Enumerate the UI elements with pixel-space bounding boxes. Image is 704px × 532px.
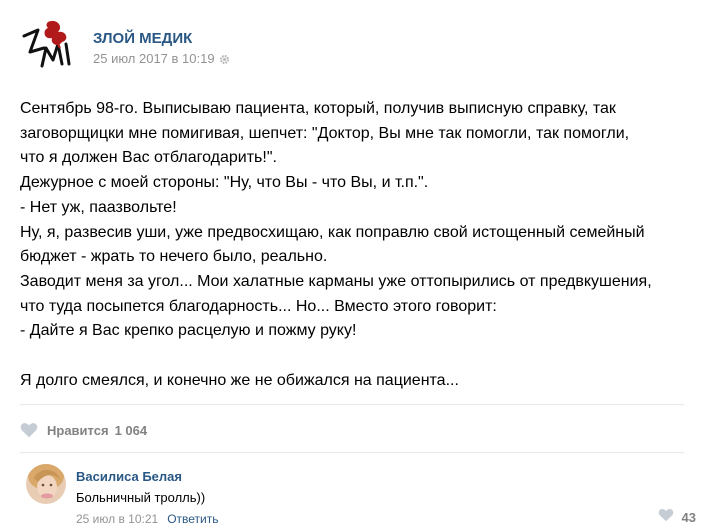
post-line: заговорщицки мне помигивая, шепчет: "Док… (20, 124, 630, 142)
post-line: что я должен Вас отблагодарить!". (20, 149, 277, 167)
comment-like-count[interactable]: 43 (682, 510, 696, 525)
reply-button[interactable]: Ответить (167, 512, 218, 526)
comment: Василиса Белая Больничный тролль)) 25 ию… (26, 462, 696, 532)
post-author-link[interactable]: ЗЛОЙ МЕДИК (93, 30, 192, 47)
heart-icon[interactable] (20, 422, 38, 438)
post-line: - Нет уж, паазвольте! (20, 198, 177, 216)
post-body: Сентябрь 98-го. Выписываю пациента, кото… (20, 97, 690, 393)
comment-date[interactable]: 25 июл в 10:21 (76, 512, 158, 526)
post-line: Дежурное с моей стороны: "Ну, что Вы - ч… (20, 174, 429, 192)
comment-like-button[interactable]: 43 (658, 508, 696, 527)
divider (20, 452, 684, 453)
comment-author-link[interactable]: Василиса Белая (76, 469, 182, 484)
post-line: - Дайте я Вас крепко расцелую и пожму ру… (20, 322, 357, 340)
logo-icon[interactable] (20, 18, 74, 72)
post-date-text[interactable]: 25 июл 2017 в 10:19 (93, 51, 215, 66)
gear-icon[interactable] (219, 53, 230, 65)
divider (20, 404, 684, 405)
like-count[interactable]: 1 064 (115, 423, 148, 438)
post-line: Сентябрь 98-го. Выписываю пациента, кото… (20, 100, 616, 117)
post-line: бюджет - жрать то нечего было, реально. (20, 248, 328, 266)
post-header: ЗЛОЙ МЕДИК 25 июл 2017 в 10:19 (20, 18, 680, 74)
post-line: Заводит меня за угол... Мои халатные кар… (20, 272, 652, 290)
avatar[interactable] (26, 464, 66, 504)
post-line: Я долго смеялся, и конечно же не обижалс… (20, 371, 459, 389)
post-line: что туда посыпется благодарность... Но..… (20, 297, 497, 315)
like-label[interactable]: Нравится (47, 423, 109, 438)
like-button[interactable]: Нравится 1 064 (20, 418, 147, 442)
comment-text: Больничный тролль)) (76, 490, 206, 505)
post-line: Ну, я, развесив уши, уже предвосхищаю, к… (20, 223, 645, 241)
post-date[interactable]: 25 июл 2017 в 10:19 (93, 51, 230, 66)
comment-meta: 25 июл в 10:21 Ответить (76, 512, 219, 526)
heart-icon[interactable] (658, 508, 674, 527)
